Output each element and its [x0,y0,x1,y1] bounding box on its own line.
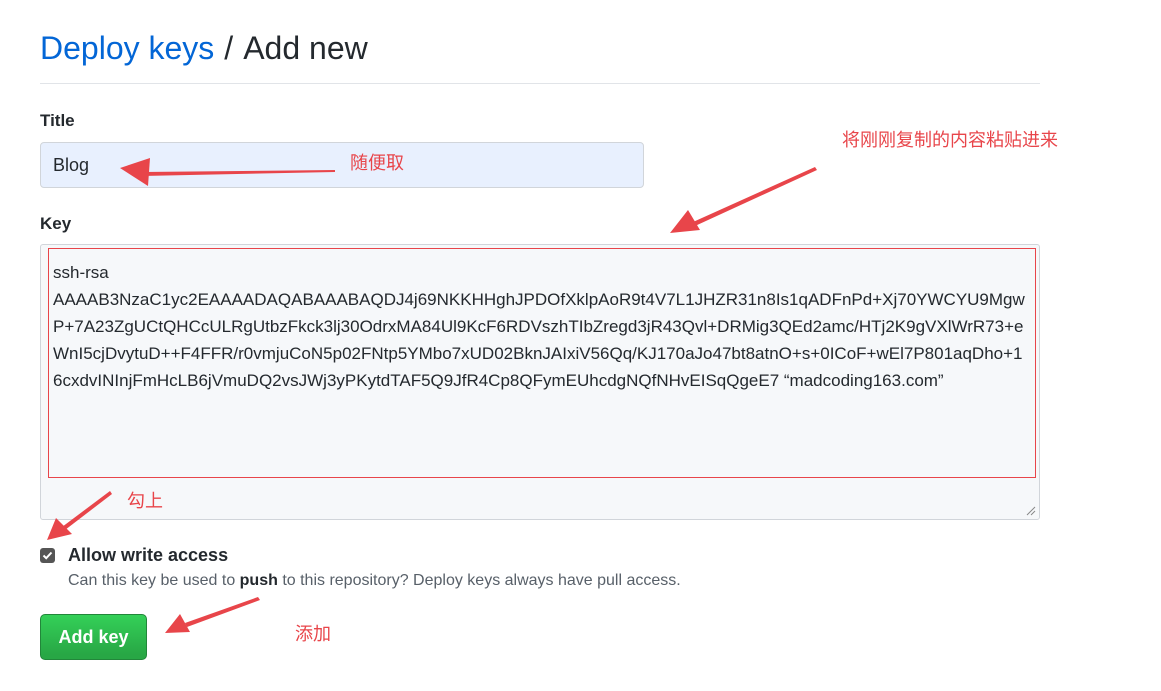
resize-grip-icon[interactable] [1026,506,1036,516]
title-input[interactable]: Blog [40,142,644,188]
breadcrumb-deploy-keys-link[interactable]: Deploy keys [40,30,214,66]
title-annotation: 随便取 [350,153,404,174]
arrow-to-button-icon [165,597,260,633]
key-label: Key [40,214,72,233]
arrow-to-key-icon [670,167,817,233]
breadcrumb-current: Add new [243,30,368,66]
help-suffix: to this repository? Deploy keys always h… [277,572,681,589]
key-textarea-content[interactable]: ssh-rsa AAAAB3NzaC1yc2EAAAADAQABAAABAQDJ… [48,248,1036,478]
allow-write-help: Can this key be used to push to this rep… [68,572,681,590]
help-prefix: Can this key be used to [68,572,240,589]
check-icon [42,551,53,560]
page-title: Deploy keys / Add new [40,28,368,68]
breadcrumb-separator: / [224,30,234,66]
allow-write-checkbox[interactable] [40,548,55,563]
help-bold: push [239,572,278,589]
key-annotation: 将刚刚复制的内容粘贴进来 [842,130,1058,151]
header-divider [40,83,1040,84]
allow-write-label[interactable]: Allow write access [68,545,228,566]
title-label: Title [40,111,75,130]
button-annotation: 添加 [295,624,331,645]
checkbox-annotation: 勾上 [127,491,163,512]
add-key-button[interactable]: Add key [40,614,147,660]
